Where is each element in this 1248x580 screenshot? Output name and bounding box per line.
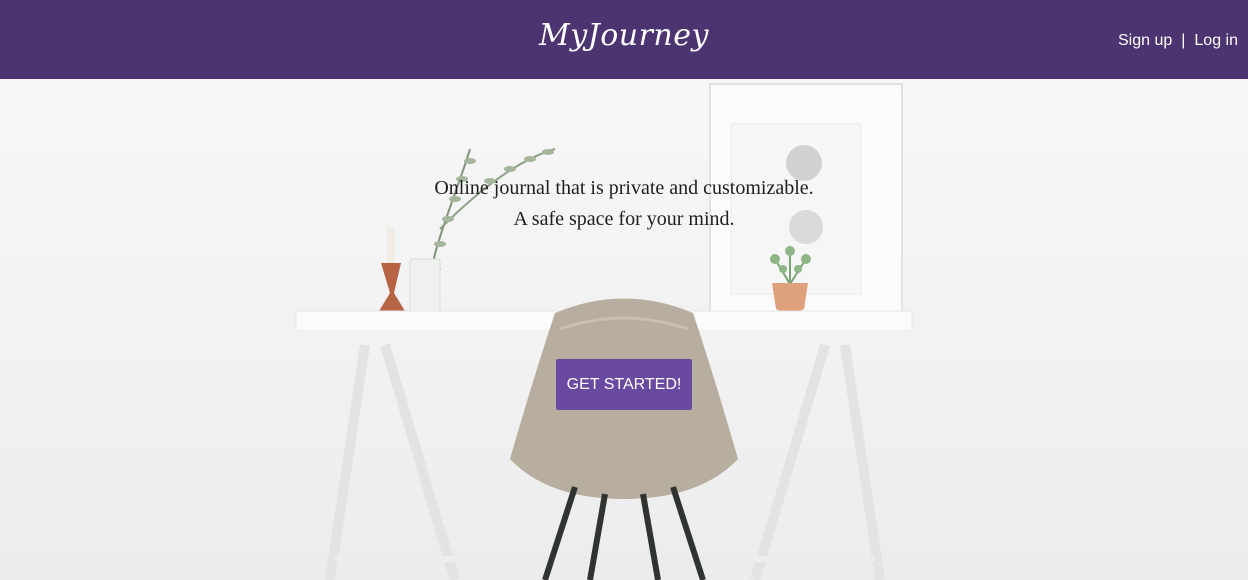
site-logo[interactable]: MyJourney bbox=[0, 18, 1248, 53]
top-navbar: MyJourney Sign up | Log in bbox=[0, 0, 1248, 79]
hero-section: Online journal that is private and custo… bbox=[0, 79, 1248, 580]
tagline-line-1: Online journal that is private and custo… bbox=[434, 177, 814, 199]
candle-holder-illustration bbox=[379, 227, 405, 311]
get-started-button[interactable]: GET STARTED! bbox=[556, 359, 692, 410]
hero-tagline: Online journal that is private and custo… bbox=[0, 173, 1248, 235]
hero-background-image bbox=[295, 83, 913, 580]
login-link[interactable]: Log in bbox=[1194, 32, 1238, 50]
tagline-line-2: A safe space for your mind. bbox=[513, 208, 735, 230]
signup-link[interactable]: Sign up bbox=[1118, 32, 1172, 50]
nav-separator: | bbox=[1181, 32, 1186, 49]
auth-nav: Sign up | Log in bbox=[1118, 32, 1238, 50]
